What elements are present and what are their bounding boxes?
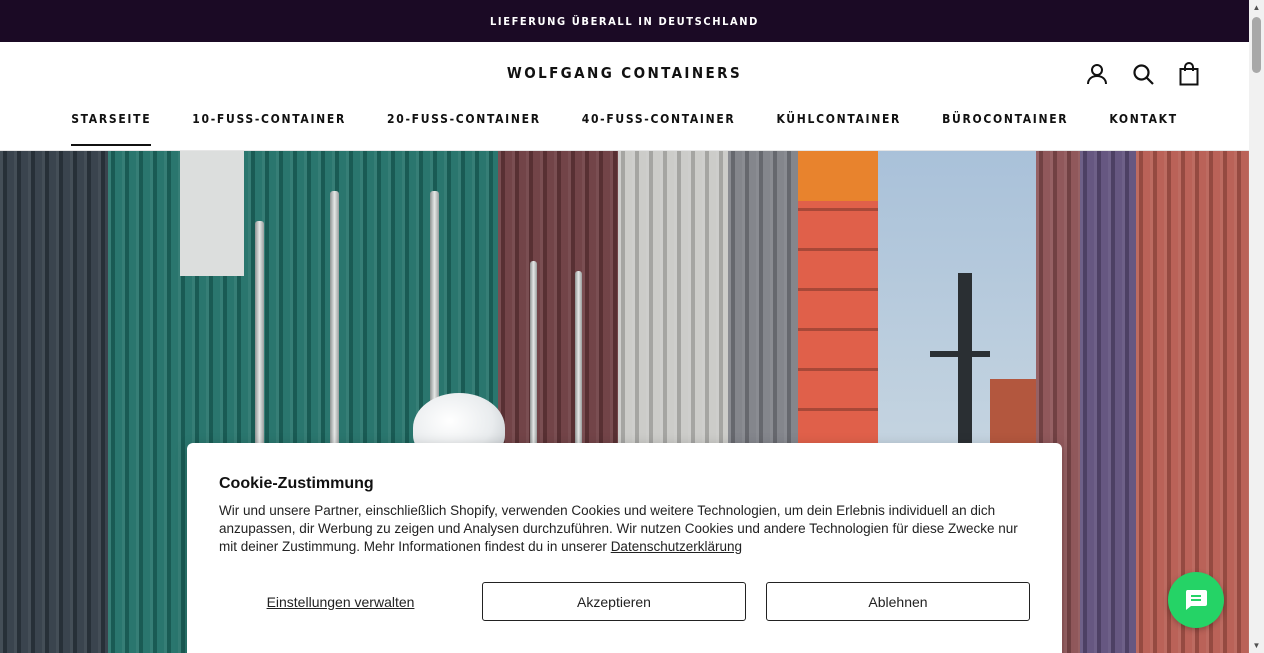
- main-nav: STARSEITE 10-FUSS-CONTAINER 20-FUSS-CONT…: [0, 112, 1249, 146]
- page-scrollbar[interactable]: ▲ ▼: [1249, 0, 1264, 653]
- account-icon[interactable]: [1085, 62, 1109, 86]
- manage-settings-button[interactable]: Einstellungen verwalten: [219, 582, 462, 621]
- cookie-actions: Einstellungen verwalten Akzeptieren Able…: [219, 582, 1030, 621]
- crane-arm: [930, 351, 990, 357]
- container-top-orange: [798, 151, 878, 201]
- search-icon[interactable]: [1131, 62, 1155, 86]
- page: LIEFERUNG ÜBERALL IN DEUTSCHLAND WOLFGAN…: [0, 0, 1264, 653]
- nav-item-buerocontainer[interactable]: BÜROCONTAINER: [942, 112, 1068, 146]
- nav-item-20-fuss-container[interactable]: 20-FUSS-CONTAINER: [387, 112, 541, 146]
- scroll-thumb[interactable]: [1252, 17, 1261, 73]
- nav-item-10-fuss-container[interactable]: 10-FUSS-CONTAINER: [192, 112, 346, 146]
- privacy-policy-link[interactable]: Datenschutzerklärung: [611, 539, 742, 554]
- decline-button[interactable]: Ablehnen: [766, 582, 1030, 621]
- announcement-bar: LIEFERUNG ÜBERALL IN DEUTSCHLAND: [0, 0, 1249, 42]
- site-logo[interactable]: WOLFGANG CONTAINERS: [0, 64, 1249, 82]
- chat-button[interactable]: [1168, 572, 1224, 628]
- cart-icon[interactable]: [1177, 62, 1201, 86]
- nav-item-starseite[interactable]: STARSEITE: [71, 112, 152, 146]
- nav-item-kontakt[interactable]: KONTAKT: [1109, 112, 1177, 146]
- announcement-text: LIEFERUNG ÜBERALL IN DEUTSCHLAND: [490, 14, 759, 28]
- container-label-panel: [180, 151, 244, 276]
- container-stack-dark: [0, 151, 108, 653]
- chat-icon: [1185, 590, 1207, 610]
- nav-item-kuehlcontainer[interactable]: KÜHLCONTAINER: [776, 112, 901, 146]
- header-icons: [1085, 62, 1201, 86]
- scroll-down-icon[interactable]: ▼: [1249, 638, 1264, 653]
- cookie-text: Wir und unsere Partner, einschließlich S…: [219, 502, 1019, 556]
- container-stack-right-2: [1080, 151, 1136, 653]
- accept-button[interactable]: Akzeptieren: [482, 582, 746, 621]
- site-header: WOLFGANG CONTAINERS STARSEITE 10-FUSS-CO…: [0, 42, 1249, 151]
- cookie-title: Cookie-Zustimmung: [219, 475, 374, 492]
- scroll-up-icon[interactable]: ▲: [1249, 0, 1264, 15]
- cookie-consent-dialog: Cookie-Zustimmung Wir und unsere Partner…: [187, 443, 1062, 653]
- nav-item-40-fuss-container[interactable]: 40-FUSS-CONTAINER: [582, 112, 736, 146]
